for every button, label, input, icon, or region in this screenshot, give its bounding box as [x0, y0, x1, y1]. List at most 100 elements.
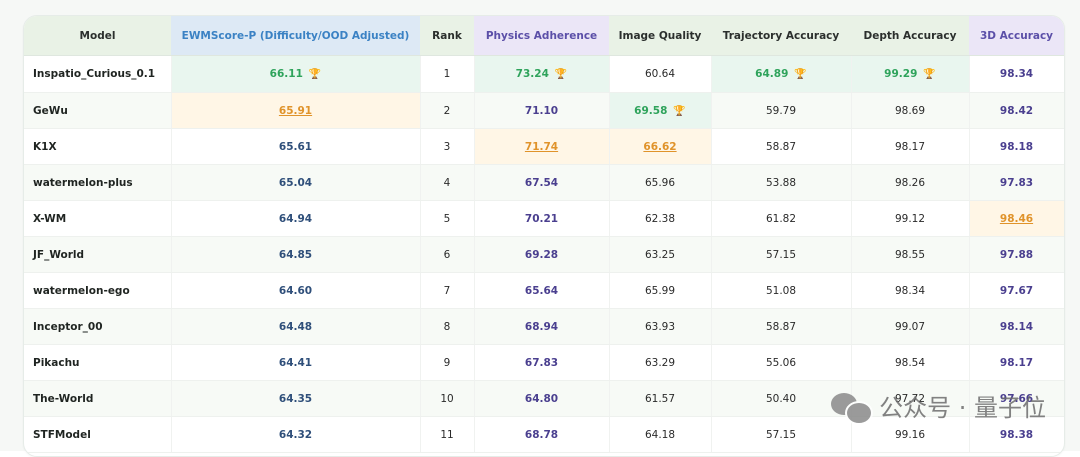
cell-value: 69.58	[634, 104, 668, 117]
rank-cell: 3	[420, 128, 475, 165]
3d-accuracy-cell: 98.34	[969, 55, 1064, 93]
physics-cell: 69.28	[474, 236, 610, 273]
trajectory-cell: 58.87	[711, 128, 852, 165]
physics-cell: 71.10	[474, 92, 610, 129]
table-row: Inspatio_Curious_0.1 66.11 🏆 1 73.24 🏆 60.…	[24, 55, 1064, 93]
table-row: X-WM 64.94 5 70.21 62.38 61.82 99.12 98.…	[24, 200, 1064, 237]
table-row: GeWu 65.91 2 71.10 69.58 🏆 59.79 98.69 98…	[24, 92, 1064, 129]
physics-cell: 67.83	[474, 344, 610, 381]
ewmscore-cell: 64.48	[171, 308, 421, 345]
image-quality-cell: 62.38	[609, 200, 712, 237]
header-3d-accuracy[interactable]: 3D Accuracy	[969, 16, 1064, 56]
depth-cell: 98.17	[851, 128, 970, 165]
cell-value: 73.24	[515, 68, 549, 80]
cell-value: 64.89	[755, 68, 789, 80]
image-quality-cell: 69.58 🏆	[609, 92, 712, 129]
table-row: Pikachu 64.41 9 67.83 63.29 55.06 98.54 …	[24, 344, 1064, 381]
model-name: X-WM	[24, 200, 172, 237]
page-background: Model EWMScore-P (Difficulty/OOD Adjuste…	[0, 0, 1080, 457]
rank-cell: 5	[420, 200, 475, 237]
trajectory-cell: 57.15	[711, 416, 852, 453]
model-name: Inspatio_Curious_0.1	[24, 55, 172, 93]
trajectory-cell: 61.82	[711, 200, 852, 237]
depth-cell: 99.12	[851, 200, 970, 237]
trophy-icon: 🏆	[673, 105, 686, 117]
physics-cell: 70.21	[474, 200, 610, 237]
model-name: watermelon-plus	[24, 164, 172, 201]
ewmscore-cell: 64.41	[171, 344, 421, 381]
physics-cell: 68.78	[474, 416, 610, 453]
image-quality-cell: 64.18	[609, 416, 712, 453]
table-row: watermelon-ego 64.60 7 65.64 65.99 51.08…	[24, 272, 1064, 309]
physics-cell: 65.64	[474, 272, 610, 309]
ewmscore-cell: 66.11 🏆	[171, 55, 421, 93]
depth-cell: 98.55	[851, 236, 970, 273]
rank-cell: 8	[420, 308, 475, 345]
table-row: JF_World 64.85 6 69.28 63.25 57.15 98.55…	[24, 236, 1064, 273]
trophy-icon: 🏆	[923, 69, 936, 80]
rank-cell: 10	[420, 380, 475, 417]
image-quality-cell: 65.96	[609, 164, 712, 201]
rank-cell: 11	[420, 416, 475, 453]
physics-cell: 71.74	[474, 128, 610, 165]
header-physics-adherence[interactable]: Physics Adherence	[474, 16, 609, 56]
3d-accuracy-cell: 98.18	[969, 128, 1064, 165]
model-name: The-World	[24, 380, 172, 417]
wechat-icon	[831, 391, 874, 425]
cell-value: 99.29	[884, 68, 918, 80]
3d-accuracy-cell: 98.17	[969, 344, 1064, 381]
model-name: watermelon-ego	[24, 272, 172, 309]
trophy-icon: 🏆	[794, 69, 807, 80]
model-name: K1X	[24, 128, 172, 165]
trajectory-cell: 51.08	[711, 272, 852, 309]
model-name: STFModel	[24, 416, 172, 453]
depth-cell: 99.29 🏆	[851, 55, 970, 93]
image-quality-cell: 65.99	[609, 272, 712, 309]
physics-cell: 64.80	[474, 380, 610, 417]
model-name: Pikachu	[24, 344, 172, 381]
depth-cell: 98.69	[851, 92, 970, 129]
ewmscore-cell: 65.61	[171, 128, 421, 165]
trajectory-cell: 57.15	[711, 236, 852, 273]
table-row: Inceptor_00 64.48 8 68.94 63.93 58.87 99…	[24, 308, 1064, 345]
depth-cell: 98.26	[851, 164, 970, 201]
header-trajectory-accuracy[interactable]: Trajectory Accuracy	[711, 16, 851, 56]
3d-accuracy-cell: 98.46	[969, 200, 1064, 237]
header-model[interactable]: Model	[24, 16, 171, 56]
rank-cell: 7	[420, 272, 475, 309]
table-row: K1X 65.61 3 71.74 66.62 58.87 98.17 98.1…	[24, 128, 1064, 165]
watermark-text: 公众号 · 量子位	[879, 394, 1046, 422]
ewmscore-cell: 65.04	[171, 164, 421, 201]
rank-cell: 2	[420, 92, 475, 129]
ewmscore-cell: 64.35	[171, 380, 421, 417]
image-quality-cell: 66.62	[609, 128, 712, 165]
header-image-quality[interactable]: Image Quality	[609, 16, 711, 56]
header-depth-accuracy[interactable]: Depth Accuracy	[851, 16, 969, 56]
trajectory-cell: 64.89 🏆	[711, 55, 852, 93]
3d-accuracy-cell: 98.14	[969, 308, 1064, 345]
model-name: GeWu	[24, 92, 172, 129]
image-quality-cell: 63.29	[609, 344, 712, 381]
model-name: Inceptor_00	[24, 308, 172, 345]
trajectory-cell: 55.06	[711, 344, 852, 381]
physics-cell: 68.94	[474, 308, 610, 345]
image-quality-cell: 63.93	[609, 308, 712, 345]
physics-cell: 73.24 🏆	[474, 55, 610, 93]
ewmscore-cell: 64.94	[171, 200, 421, 237]
rank-cell: 1	[420, 55, 475, 93]
header-rank[interactable]: Rank	[420, 16, 474, 56]
trophy-icon: 🏆	[308, 69, 322, 80]
trajectory-cell: 59.79	[711, 92, 852, 129]
trajectory-cell: 53.88	[711, 164, 852, 201]
depth-cell: 98.34	[851, 272, 970, 309]
image-quality-cell: 63.25	[609, 236, 712, 273]
3d-accuracy-cell: 97.88	[969, 236, 1064, 273]
physics-cell: 67.54	[474, 164, 610, 201]
image-quality-cell: 60.64	[609, 55, 712, 93]
ewmscore-cell: 65.91	[171, 92, 421, 129]
header-row: Model EWMScore-P (Difficulty/OOD Adjuste…	[24, 16, 1064, 56]
header-ewmscore[interactable]: EWMScore-P (Difficulty/OOD Adjusted)	[171, 16, 420, 56]
ewmscore-cell: 64.85	[171, 236, 421, 273]
rank-cell: 4	[420, 164, 475, 201]
3d-accuracy-cell: 97.67	[969, 272, 1064, 309]
